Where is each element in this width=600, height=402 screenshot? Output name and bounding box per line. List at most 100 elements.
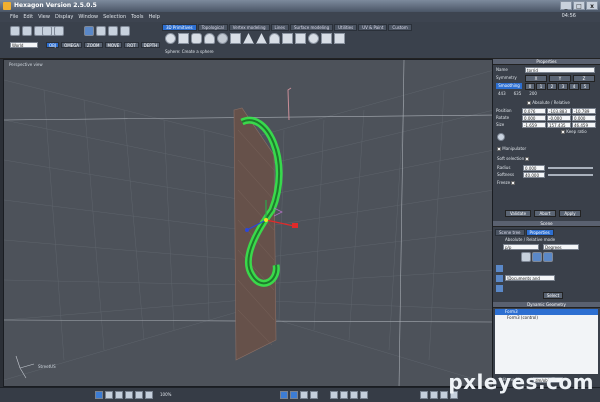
radius-slider[interactable]: [548, 167, 593, 169]
list-item-form3-control[interactable]: Form3 (control): [495, 315, 598, 321]
cube-front-icon[interactable]: [84, 26, 94, 36]
tab-scene-tree[interactable]: Scene tree: [495, 229, 525, 236]
sym-y-button[interactable]: Y: [549, 75, 571, 82]
curve-icon[interactable]: [532, 252, 542, 262]
position-z[interactable]: -10.789: [572, 108, 596, 114]
zoom-button[interactable]: ZOOM: [84, 42, 103, 48]
cube-side-icon[interactable]: [108, 26, 118, 36]
sphere-display-icon[interactable]: [330, 391, 338, 399]
menu-selection[interactable]: Selection: [103, 14, 126, 20]
layer-icon-1[interactable]: [496, 265, 503, 272]
size-y[interactable]: 157.435: [547, 122, 571, 128]
obj-mode-button[interactable]: OBJ: [46, 42, 60, 48]
smooth-1-button[interactable]: 1: [536, 83, 546, 90]
tube-icon[interactable]: [230, 33, 241, 44]
capsule-icon[interactable]: [308, 33, 319, 44]
cube-persp-icon[interactable]: [120, 26, 130, 36]
apply-button[interactable]: Apply: [559, 210, 581, 217]
sphere-display-3-icon[interactable]: [350, 391, 358, 399]
select-button[interactable]: Select: [543, 292, 563, 299]
rotate-z[interactable]: 0.000: [572, 115, 596, 121]
layout-shade-icon[interactable]: [145, 391, 153, 399]
tab-surface-modeling[interactable]: Surface modeling: [289, 24, 334, 31]
plane-icon[interactable]: [282, 33, 293, 44]
grid-icon[interactable]: [295, 33, 306, 44]
move-icon[interactable]: [280, 391, 288, 399]
layer-icon-2[interactable]: [496, 275, 503, 282]
menu-file[interactable]: File: [10, 14, 18, 20]
rotate-y[interactable]: -0.000: [547, 115, 571, 121]
camera-icon[interactable]: [420, 391, 428, 399]
layout-single-icon[interactable]: [95, 391, 103, 399]
cone-icon[interactable]: [204, 33, 215, 44]
abort-button[interactable]: Abort: [534, 210, 556, 217]
smooth-0-button[interactable]: 0: [525, 83, 535, 90]
sphere-icon[interactable]: [165, 33, 176, 44]
move-button[interactable]: MOVE: [104, 42, 123, 48]
layout-wire-icon[interactable]: [135, 391, 143, 399]
absolute-checkbox[interactable]: [527, 101, 531, 105]
smooth-4-button[interactable]: 4: [569, 83, 579, 90]
layout-grid-icon[interactable]: [125, 391, 133, 399]
tab-topological[interactable]: Topological: [197, 24, 228, 31]
smooth-5-button[interactable]: 5: [580, 83, 590, 90]
render-icon[interactable]: [440, 391, 448, 399]
node-icon[interactable]: [543, 252, 553, 262]
torus-icon[interactable]: [217, 33, 228, 44]
maximize-button[interactable]: □: [573, 1, 585, 10]
sym-x-button[interactable]: X: [525, 75, 547, 82]
menu-view[interactable]: View: [38, 14, 50, 20]
prism-icon[interactable]: [256, 33, 267, 44]
arrow-select-icon[interactable]: [10, 26, 20, 36]
sphere-display-2-icon[interactable]: [340, 391, 348, 399]
manipulator-checkbox[interactable]: [497, 147, 501, 151]
box-icon[interactable]: [321, 33, 332, 44]
rot-button[interactable]: ROT: [124, 42, 139, 48]
perspective-viewport[interactable]: Perspective view StreetUS: [3, 59, 493, 387]
close-button[interactable]: x: [586, 1, 598, 10]
menu-help[interactable]: Help: [148, 14, 159, 20]
scale-mode-icon[interactable]: [290, 391, 298, 399]
reset-icon[interactable]: [497, 133, 505, 141]
cube-icon[interactable]: [178, 33, 189, 44]
rotate-mode-icon[interactable]: [300, 391, 308, 399]
layout-split-icon[interactable]: [105, 391, 113, 399]
layer-icon-3[interactable]: [496, 285, 503, 292]
smooth-3-button[interactable]: 3: [558, 83, 568, 90]
tab-uv-paint[interactable]: UV & Paint: [358, 24, 388, 31]
tab-utilities[interactable]: Utilities: [334, 24, 358, 31]
tab-scene-properties[interactable]: Properties: [525, 229, 554, 236]
tab-custom[interactable]: Custom: [388, 24, 412, 31]
minimize-button[interactable]: _: [560, 1, 572, 10]
snap-icon[interactable]: [310, 391, 318, 399]
dome-icon[interactable]: [269, 33, 280, 44]
tab-lines[interactable]: Lines: [270, 24, 289, 31]
menu-window[interactable]: Window: [78, 14, 98, 20]
lasso-icon[interactable]: [22, 26, 32, 36]
soft-selection-checkbox[interactable]: [525, 157, 530, 161]
softness-slider[interactable]: [548, 174, 593, 176]
path-field[interactable]: \Documents and: [505, 275, 555, 281]
menu-display[interactable]: Display: [55, 14, 73, 20]
depth-button[interactable]: DEPTH: [140, 42, 161, 48]
space-select[interactable]: World: [10, 42, 38, 48]
stairs-icon[interactable]: [334, 33, 345, 44]
radius-field[interactable]: 0.000: [523, 165, 545, 171]
freeze-checkbox[interactable]: [511, 181, 516, 185]
angle-field[interactable]: Degrees: [543, 244, 579, 250]
tab-3d-primitives[interactable]: 3D Primitives: [162, 24, 197, 31]
position-y[interactable]: -103.883: [547, 108, 571, 114]
softness-field[interactable]: 40.000: [523, 172, 545, 178]
omega-mode-button[interactable]: OMEGA: [61, 42, 83, 48]
pyramid-icon[interactable]: [243, 33, 254, 44]
size-z[interactable]: 46.459: [572, 122, 596, 128]
cube-top-icon[interactable]: [96, 26, 106, 36]
validate-button[interactable]: Validate: [505, 210, 531, 217]
size-x[interactable]: -1.659: [522, 122, 546, 128]
keep-ratio-checkbox[interactable]: [561, 130, 565, 134]
layout-quad-icon[interactable]: [115, 391, 123, 399]
menu-tools[interactable]: Tools: [131, 14, 143, 20]
units-field[interactable]: p/p: [503, 244, 539, 250]
sphere-display-4-icon[interactable]: [360, 391, 368, 399]
brush-icon[interactable]: [42, 26, 52, 36]
